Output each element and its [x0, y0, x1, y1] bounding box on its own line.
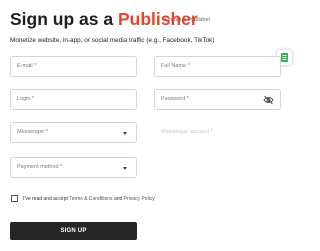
terms-checkbox[interactable] — [11, 195, 18, 202]
not-publisher-link[interactable]: I'm not a Publisher — [165, 17, 210, 23]
privacy-policy-link[interactable]: Privacy Policy — [124, 196, 155, 202]
full-name-placeholder: Full Name * — [161, 63, 190, 69]
login-placeholder: Login * — [17, 96, 35, 102]
payment-method-select[interactable]: Payment method * — [10, 157, 137, 178]
chevron-down-icon — [123, 167, 127, 170]
password-field[interactable]: Password * — [154, 89, 281, 110]
sign-up-button[interactable]: SIGN UP — [10, 222, 137, 240]
chevron-down-icon — [123, 132, 127, 135]
page-subtitle: Monetize website, in-app, or social medi… — [10, 37, 215, 44]
payment-method-placeholder: Payment method * — [17, 164, 63, 170]
agreement-and: and — [113, 196, 123, 202]
terms-agreement-text: I've read and accept Terms & Conditions … — [23, 196, 155, 202]
login-field[interactable]: Login * — [10, 89, 137, 110]
messenger-select[interactable]: Messenger * — [10, 122, 137, 143]
messenger-account-placeholder: Messenger account * — [161, 129, 213, 135]
eye-off-icon[interactable] — [263, 95, 274, 105]
email-placeholder: E-mail * — [17, 63, 37, 69]
messenger-account-field[interactable]: Messenger account * — [154, 122, 281, 143]
messenger-placeholder: Messenger * — [17, 129, 48, 135]
terms-link[interactable]: Terms & Conditions — [69, 196, 112, 202]
agreement-prefix: I've read and accept — [23, 196, 68, 202]
password-placeholder: Password * — [161, 96, 189, 102]
title-prefix: Sign up as a — [10, 9, 114, 29]
full-name-field[interactable]: Full Name * — [154, 56, 281, 77]
email-field[interactable]: E-mail * — [10, 56, 137, 77]
